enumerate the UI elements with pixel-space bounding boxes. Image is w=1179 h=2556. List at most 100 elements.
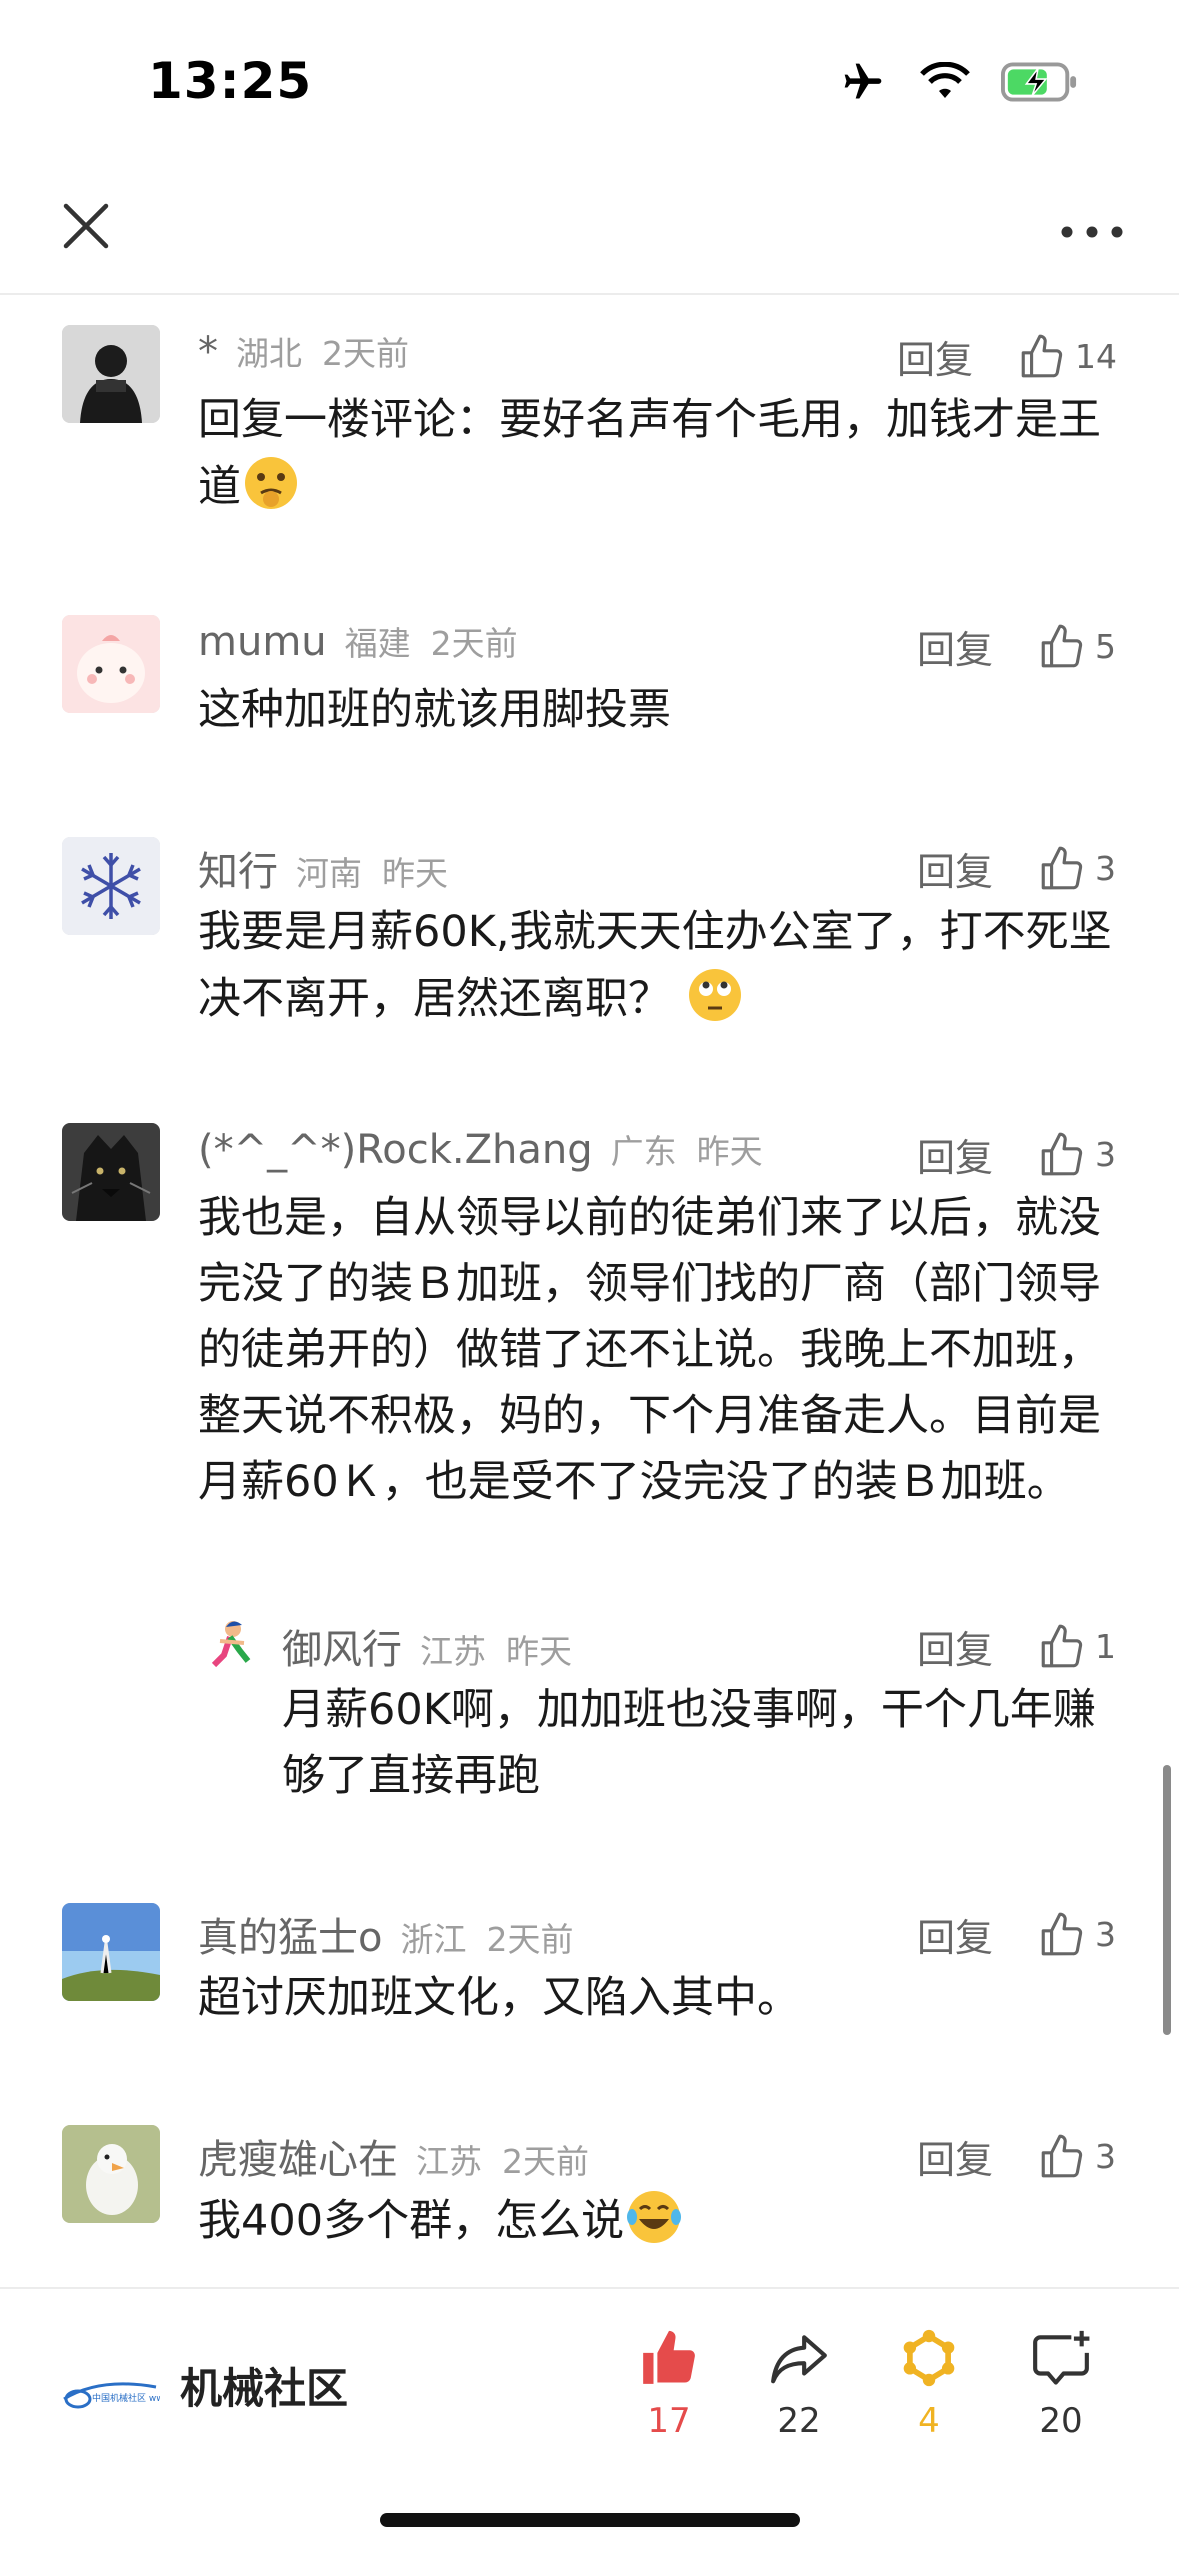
comment-time: 2天前 [322, 334, 409, 373]
like-button[interactable]: 3 [1037, 844, 1117, 894]
like-action[interactable]: 17 [614, 2327, 724, 2441]
like-button[interactable]: 5 [1037, 622, 1117, 672]
comment-action[interactable]: 20 [1006, 2327, 1116, 2441]
like-count: 17 [647, 2401, 691, 2441]
thumbs-up-icon [1041, 2134, 1083, 2177]
reply-button[interactable]: 回复 [917, 2129, 993, 2184]
like-button[interactable]: 1 [1037, 1622, 1117, 1672]
home-indicator[interactable] [380, 2513, 800, 2527]
avatar[interactable] [62, 615, 160, 713]
brand-logo[interactable]: 中国机械社区 www.cmiw.cn [60, 2369, 160, 2419]
like-count: 1 [1095, 1627, 1116, 1666]
reply-button[interactable]: 回复 [897, 329, 973, 384]
comment-header: 知行 河南 昨天 [198, 839, 468, 899]
thumbs-up-icon [1041, 846, 1083, 889]
comment-actions: 回复 3 [917, 841, 1117, 896]
share-action[interactable]: 22 [744, 2327, 854, 2441]
avatar[interactable] [200, 1615, 262, 1677]
thumbs-up-icon [1041, 1132, 1083, 1175]
avatar[interactable] [62, 1123, 160, 1221]
reply-button[interactable]: 回复 [917, 841, 993, 896]
brand-logo-text: 中国机械社区 www.cmiw.cn [92, 2392, 160, 2404]
like-button[interactable]: 3 [1037, 1130, 1117, 1180]
comment-header: * 湖北 2天前 [198, 327, 429, 387]
status-time: 13:25 [148, 52, 313, 110]
status-icons [837, 60, 1079, 104]
comment-actions: 回复 5 [917, 619, 1117, 674]
like-button[interactable]: 3 [1037, 1910, 1117, 1960]
comment-region: 湖北 [236, 334, 302, 373]
thinking-emoji-icon [245, 457, 297, 509]
comment-time: 2天前 [502, 2142, 589, 2181]
like-count: 14 [1075, 337, 1117, 376]
share-icon [771, 2335, 827, 2384]
comment-header: 虎瘦雄心在 江苏 2天前 [198, 2127, 609, 2187]
thumbs-up-icon [1021, 334, 1063, 377]
like-count: 3 [1095, 1915, 1116, 1954]
comment-actions: 回复 3 [917, 1127, 1117, 1182]
comment-actions: 回复 3 [917, 1907, 1117, 1962]
comment-region: 河南 [296, 854, 362, 893]
comment-region: 江苏 [416, 2142, 482, 2181]
close-icon[interactable] [60, 200, 112, 252]
reply-time: 昨天 [506, 1632, 572, 1671]
comment-text: 这种加班的就该用脚投票 [198, 685, 671, 735]
comment-actions: 回复 14 [897, 329, 1117, 384]
comment-text: 回复一楼评论：要好名声有个毛用，加钱才是王道 [198, 387, 1118, 520]
share-count: 22 [777, 2401, 821, 2441]
thumbs-up-icon [1041, 1624, 1083, 1667]
avatar[interactable] [62, 325, 160, 423]
collect-star-icon [903, 2329, 955, 2387]
reply-text: 月薪60K啊，加加班也没事啊，干个几年赚够了直接再跑 [282, 1685, 1096, 1801]
reply-actions: 回复 1 [917, 1619, 1117, 1674]
comment-count: 20 [1039, 2401, 1083, 2441]
comment-author[interactable]: 知行 [198, 839, 278, 897]
reply-button[interactable]: 回复 [917, 619, 993, 674]
avatar[interactable] [62, 2125, 160, 2223]
comment-region: 广东 [610, 1132, 677, 1171]
avatar[interactable] [62, 837, 160, 935]
comment-text-content: 回复一楼评论：要好名声有个毛用，加钱才是王道 [198, 395, 1101, 512]
comment-author[interactable]: mumu [198, 619, 327, 665]
comment-author[interactable]: * [198, 329, 218, 375]
comment-author[interactable]: 虎瘦雄心在 [198, 2127, 398, 2185]
like-count: 3 [1095, 2137, 1116, 2176]
comment-time: 昨天 [696, 1132, 763, 1171]
comment-time: 2天前 [486, 1920, 574, 1959]
like-count: 5 [1095, 627, 1116, 666]
comment-author[interactable]: 真的猛士o [198, 1905, 382, 1963]
thumbs-up-icon [1041, 1912, 1083, 1955]
battery-icon [1001, 62, 1077, 102]
add-comment-icon [1033, 2330, 1090, 2385]
reply-button[interactable]: 回复 [917, 1907, 993, 1962]
more-dots-icon[interactable] [1057, 220, 1127, 244]
comment-list: * 湖北 2天前 回复 14 回复一楼评论：要好名声有个毛用，加钱才是王道 mu… [0, 297, 1179, 2287]
comment-author[interactable]: (*^_^*)Rock.Zhang [198, 1127, 593, 1173]
reply-button[interactable]: 回复 [917, 1619, 993, 1674]
comment-text: 超讨厌加班文化，又陷入其中。 [198, 1973, 800, 2023]
reply-author[interactable]: 御风行 [282, 1617, 402, 1675]
status-bar: 13:25 [0, 0, 1179, 170]
nav-bar [0, 170, 1179, 295]
comment-region: 浙江 [400, 1920, 467, 1959]
like-button[interactable]: 14 [1017, 332, 1117, 382]
comment-header: mumu 福建 2天前 [198, 617, 538, 677]
collect-action[interactable]: 4 [874, 2327, 984, 2441]
comment-text-content: 我要是月薪60K,我就天天住办公室了，打不死坚决不离开，居然还离职？ [198, 907, 1112, 1024]
comment-actions: 回复 3 [917, 2129, 1117, 2184]
comment-text-content: 我400多个群，怎么说 [198, 2196, 625, 2246]
reply-header: 御风行 江苏 昨天 [282, 1617, 592, 1675]
like-count: 3 [1095, 1135, 1116, 1174]
scrollbar[interactable] [1163, 1765, 1171, 2035]
comment-header: 真的猛士o 浙江 2天前 [198, 1905, 593, 1965]
comment-text: 我400多个群，怎么说 [198, 2187, 1118, 2254]
like-button[interactable]: 3 [1037, 2132, 1117, 2182]
reply-button[interactable]: 回复 [917, 1127, 993, 1182]
wifi-icon [920, 62, 970, 98]
avatar[interactable] [62, 1903, 160, 2001]
comment-region: 福建 [344, 624, 411, 663]
reply-region: 江苏 [420, 1632, 486, 1671]
brand-name[interactable]: 机械社区 [180, 2355, 348, 2416]
laughing-crying-emoji-icon [627, 2191, 682, 2243]
rolling-eyes-emoji-icon [688, 969, 741, 1021]
